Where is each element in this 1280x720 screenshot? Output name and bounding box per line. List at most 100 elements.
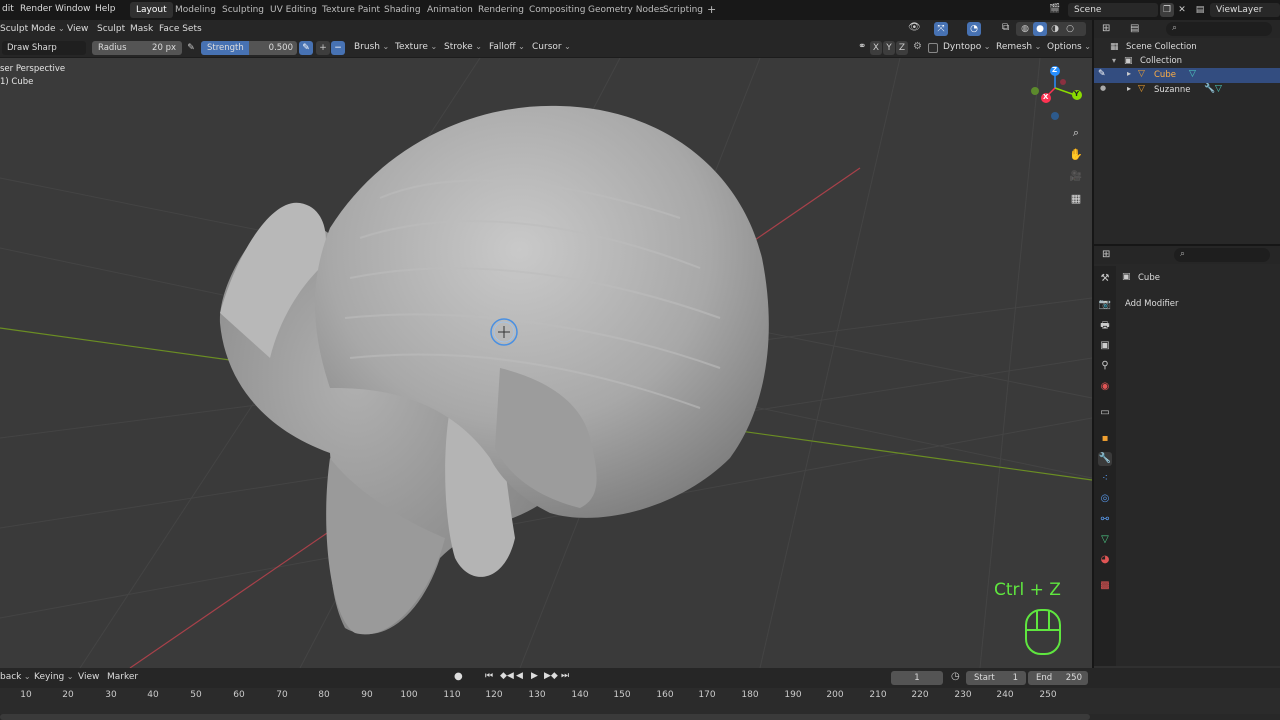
solid-shading-icon[interactable]: ●: [1033, 22, 1047, 36]
outliner-search-input[interactable]: ⌕: [1166, 22, 1272, 36]
properties-search-input[interactable]: ⌕: [1174, 248, 1270, 262]
menu-view[interactable]: View: [67, 24, 88, 34]
perspective-toggle-icon[interactable]: ▦: [1068, 191, 1084, 207]
scene-field[interactable]: Scene: [1068, 3, 1158, 17]
world-tab-icon[interactable]: ◉: [1098, 380, 1112, 394]
gizmo-neg-z[interactable]: [1051, 112, 1059, 120]
menu-render[interactable]: Render: [20, 4, 52, 14]
direction-subtract-button[interactable]: −: [331, 41, 345, 55]
tab-sculpting[interactable]: Sculpting: [216, 2, 270, 18]
current-frame-field[interactable]: 1: [891, 671, 943, 685]
falloff-menu[interactable]: Falloff: [489, 42, 525, 52]
keying-menu[interactable]: Keying: [34, 672, 73, 682]
delete-scene-icon[interactable]: ✕: [1176, 3, 1188, 17]
remesh-menu[interactable]: Remesh: [996, 42, 1041, 52]
prev-keyframe-icon[interactable]: ◆◀: [500, 671, 514, 681]
timeline-ruler[interactable]: 10 20 30 40 50 60 70 80 90 100 110 120 1…: [0, 688, 1280, 714]
dyntopo-menu[interactable]: Dyntopo: [943, 42, 990, 52]
gizmo-neg-y[interactable]: [1031, 87, 1039, 95]
record-icon[interactable]: ●: [454, 671, 463, 682]
outliner-row-cube[interactable]: ✎ ▸ ▽ Cube ▽: [1094, 68, 1280, 83]
play-reverse-icon[interactable]: ◀: [516, 671, 523, 681]
suzanne-modifier-icon[interactable]: 🔧: [1204, 84, 1215, 94]
symmetry-settings-icon[interactable]: ⚙: [913, 41, 922, 52]
suzanne-expand-icon[interactable]: ▸: [1127, 84, 1131, 93]
tab-animation[interactable]: Animation: [421, 2, 479, 18]
zoom-icon[interactable]: ⌕: [1068, 125, 1084, 141]
selectability-icon[interactable]: 👁: [908, 22, 921, 33]
menu-edit[interactable]: dit: [2, 4, 14, 14]
stroke-menu[interactable]: Stroke: [444, 42, 482, 52]
play-icon[interactable]: ▶: [531, 671, 538, 681]
strength-slider[interactable]: Strength 0.500: [201, 41, 297, 55]
overlays-toggle-icon[interactable]: ◔: [967, 22, 981, 36]
outliner-row-scene-collection[interactable]: ▦ Scene Collection: [1094, 41, 1280, 55]
jump-end-icon[interactable]: ⏭: [561, 671, 569, 681]
next-keyframe-icon[interactable]: ▶◆: [544, 671, 558, 681]
playback-menu[interactable]: back: [0, 672, 31, 682]
tab-rendering[interactable]: Rendering: [472, 2, 530, 18]
editor-type-icon[interactable]: ⊞: [1102, 23, 1110, 34]
render-tab-icon[interactable]: 📷: [1098, 298, 1112, 312]
active-tool-field[interactable]: Draw Sharp: [2, 41, 86, 55]
mode-selector[interactable]: Sculpt Mode: [0, 24, 65, 34]
properties-editor-type-icon[interactable]: ⊞: [1102, 249, 1110, 260]
end-frame-field[interactable]: End 250: [1028, 671, 1088, 685]
physics-tab-icon[interactable]: ◎: [1098, 492, 1112, 506]
tab-layout[interactable]: Layout: [130, 2, 173, 18]
data-tab-icon[interactable]: ▽: [1098, 533, 1112, 547]
jump-start-icon[interactable]: ⏮: [485, 671, 493, 681]
outliner-row-suzanne[interactable]: ● ▸ ▽ Suzanne 🔧 ▽: [1094, 83, 1280, 97]
cube-mesh-data-icon[interactable]: ▽: [1189, 69, 1196, 79]
material-tab-icon[interactable]: ◕: [1098, 553, 1112, 567]
constraints-tab-icon[interactable]: ⚯: [1098, 513, 1112, 527]
tab-texture-paint[interactable]: Texture Paint: [316, 2, 386, 18]
clock-icon[interactable]: ◷: [951, 671, 960, 682]
symmetry-y-toggle[interactable]: Y: [883, 41, 895, 55]
display-mode-icon[interactable]: ▤: [1130, 23, 1139, 34]
strength-pressure-icon[interactable]: ✎: [299, 41, 313, 55]
direction-add-button[interactable]: +: [316, 41, 330, 55]
object-tab-icon[interactable]: ▪: [1098, 432, 1112, 446]
cursor-menu[interactable]: Cursor: [532, 42, 571, 52]
dyntopo-checkbox[interactable]: [928, 43, 938, 53]
tab-uv-editing[interactable]: UV Editing: [264, 2, 323, 18]
collection-tab-icon[interactable]: ▭: [1098, 406, 1112, 420]
view-layer-tab-icon[interactable]: ▣: [1098, 339, 1112, 353]
new-scene-icon[interactable]: ❐: [1160, 3, 1174, 17]
texture-menu[interactable]: Texture: [395, 42, 437, 52]
tab-modeling[interactable]: Modeling: [169, 2, 222, 18]
tab-shading[interactable]: Shading: [378, 2, 427, 18]
add-workspace-button[interactable]: +: [701, 2, 722, 18]
pan-hand-icon[interactable]: ✋: [1068, 147, 1084, 163]
cube-expand-icon[interactable]: ▸: [1127, 69, 1131, 78]
wireframe-shading-icon[interactable]: ◍: [1018, 22, 1032, 36]
scene-tab-icon[interactable]: ⚲: [1098, 359, 1112, 373]
modifier-tab-icon[interactable]: 🔧: [1098, 452, 1112, 466]
menu-help[interactable]: Help: [95, 4, 116, 14]
symmetry-z-toggle[interactable]: Z: [896, 41, 908, 55]
timeline-view-menu[interactable]: View: [78, 672, 99, 682]
view-layer-field[interactable]: ViewLayer: [1210, 3, 1280, 17]
menu-sculpt[interactable]: Sculpt: [97, 24, 125, 34]
add-modifier-button[interactable]: Add Modifier: [1125, 299, 1179, 309]
output-tab-icon[interactable]: 🖶: [1098, 319, 1112, 333]
menu-window[interactable]: Window: [55, 4, 91, 14]
edit-mode-brush-icon[interactable]: ✎: [1098, 69, 1106, 79]
start-frame-field[interactable]: Start 1: [966, 671, 1026, 685]
radius-pressure-icon[interactable]: ✎: [184, 41, 198, 55]
symmetry-x-toggle[interactable]: X: [870, 41, 882, 55]
3d-viewport[interactable]: Z Y X ser Perspective 1) Cube ⌕ ✋ 🎥 ▦ Ct…: [0, 58, 1092, 668]
radius-field[interactable]: Radius 20 px: [92, 41, 182, 55]
gizmo-toggle-icon[interactable]: ⤧: [934, 22, 948, 36]
material-shading-icon[interactable]: ◑: [1048, 22, 1062, 36]
tool-tab-icon[interactable]: ⚒: [1098, 272, 1112, 286]
menu-mask[interactable]: Mask: [130, 24, 153, 34]
outliner-row-collection[interactable]: ▾ ▣ Collection: [1094, 55, 1280, 69]
menu-face-sets[interactable]: Face Sets: [159, 24, 202, 34]
timeline-scrollbar[interactable]: [0, 714, 1090, 720]
suzanne-mesh-data-icon[interactable]: ▽: [1215, 84, 1222, 94]
marker-menu[interactable]: Marker: [107, 672, 138, 682]
gizmo-neg-x[interactable]: [1060, 79, 1066, 85]
rendered-shading-icon[interactable]: ○: [1063, 22, 1077, 36]
